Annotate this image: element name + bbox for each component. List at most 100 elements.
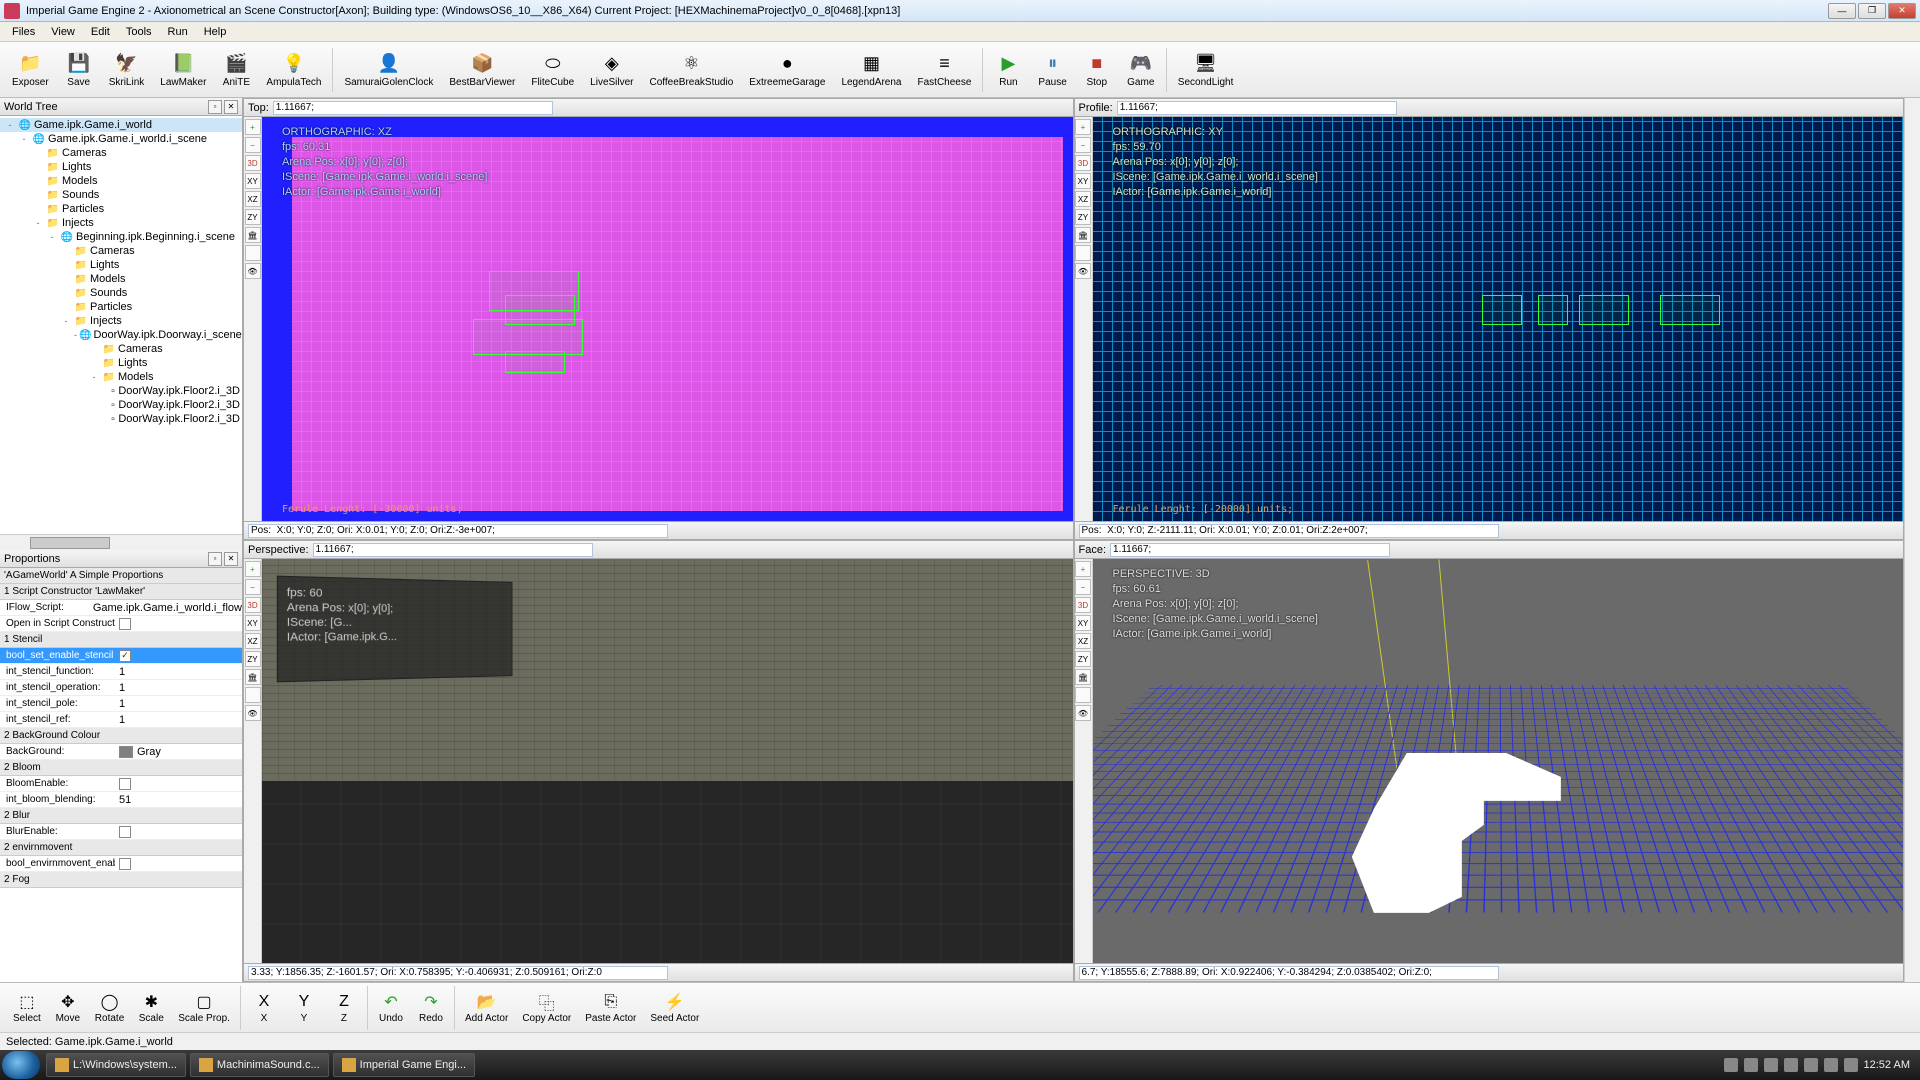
tree-node[interactable]: -🌐Game.ipk.Game.i_world xyxy=(0,118,242,132)
viewport-mode-xy[interactable]: XY xyxy=(1075,173,1091,189)
viewport-face-status-text[interactable] xyxy=(1079,966,1499,980)
add-actor-button[interactable]: 📂Add Actor xyxy=(458,986,515,1030)
tree-node[interactable]: 📁Lights xyxy=(0,356,242,370)
tree-node[interactable]: 📁Lights xyxy=(0,160,242,174)
scale-button[interactable]: ✱Scale xyxy=(131,986,171,1030)
checkbox-icon[interactable] xyxy=(119,858,131,870)
viewport-mode-xy[interactable]: XY xyxy=(245,615,261,631)
viewport-mode-3d[interactable]: 3D xyxy=(245,155,261,171)
checkbox-icon[interactable] xyxy=(119,618,131,630)
property-value[interactable]: 1 xyxy=(115,714,242,726)
property-row[interactable]: int_bloom_blending:51 xyxy=(0,792,242,808)
viewport-mode-xz[interactable]: XZ xyxy=(1075,191,1091,207)
exposer-button[interactable]: 📁Exposer xyxy=(5,44,56,96)
property-value[interactable] xyxy=(115,826,242,838)
color-swatch[interactable] xyxy=(119,746,133,758)
viewport-mode-eye[interactable] xyxy=(1075,245,1091,261)
move-button[interactable]: ✥Move xyxy=(48,986,88,1030)
tree-node[interactable]: 📁Models xyxy=(0,272,242,286)
right-scrollbar[interactable] xyxy=(1904,98,1920,982)
zoom-in-icon[interactable]: + xyxy=(1075,561,1091,577)
flitecube-button[interactable]: ⬭FliteCube xyxy=(524,44,581,96)
tray-icon[interactable] xyxy=(1804,1058,1818,1072)
tree-node[interactable]: 📁Sounds xyxy=(0,286,242,300)
tree-node[interactable]: 📁Particles xyxy=(0,202,242,216)
zoom-in-icon[interactable]: + xyxy=(1075,119,1091,135)
tree-node[interactable]: 📁Sounds xyxy=(0,188,242,202)
property-row[interactable]: int_stencil_operation:1 xyxy=(0,680,242,696)
property-row[interactable]: int_stencil_function:1 xyxy=(0,664,242,680)
select-button[interactable]: ⬚Select xyxy=(6,986,48,1030)
tree-node[interactable]: 📁Lights xyxy=(0,258,242,272)
stop-button[interactable]: ■Stop xyxy=(1076,44,1118,96)
viewport-mode-xy[interactable]: XY xyxy=(245,173,261,189)
property-value[interactable]: 51 xyxy=(115,794,242,806)
tree-node[interactable]: 📁Models xyxy=(0,174,242,188)
minimize-button[interactable]: — xyxy=(1828,3,1856,19)
world-tree[interactable]: -🌐Game.ipk.Game.i_world-🌐Game.ipk.Game.i… xyxy=(0,116,242,534)
viewport-mode-3d[interactable]: 3D xyxy=(245,597,261,613)
tree-node[interactable]: 📁Cameras xyxy=(0,146,242,160)
zoom-out-icon[interactable]: − xyxy=(1075,137,1091,153)
viewport-mode-eye[interactable] xyxy=(1075,687,1091,703)
checkbox-icon[interactable]: ✓ xyxy=(119,650,131,662)
property-row[interactable]: BloomEnable: xyxy=(0,776,242,792)
secondlight-button[interactable]: 🖥SecondLight xyxy=(1171,44,1241,96)
viewport-mode-xz[interactable]: XZ xyxy=(245,633,261,649)
run-button[interactable]: ▶Run xyxy=(987,44,1029,96)
tray-icon[interactable] xyxy=(1744,1058,1758,1072)
tree-node[interactable]: -📁Injects xyxy=(0,314,242,328)
undo-button[interactable]: ↶Undo xyxy=(371,986,411,1030)
coffeebreakstudio-button[interactable]: ⚛CoffeeBreakStudio xyxy=(643,44,741,96)
viewport-mode-🏛[interactable]: 🏛 xyxy=(1075,669,1091,685)
viewport-mode-🏛[interactable]: 🏛 xyxy=(245,227,261,243)
rotate-button[interactable]: ◯Rotate xyxy=(88,986,131,1030)
property-value[interactable]: 1 xyxy=(115,682,242,694)
taskbar-item[interactable]: MachinimaSound.c... xyxy=(190,1053,329,1077)
maximize-button[interactable]: ❐ xyxy=(1858,3,1886,19)
tray-icon[interactable] xyxy=(1724,1058,1738,1072)
z-button[interactable]: ZZ xyxy=(324,986,364,1030)
zoom-out-icon[interactable]: − xyxy=(1075,579,1091,595)
start-button[interactable] xyxy=(2,1051,40,1079)
property-value[interactable]: 1 xyxy=(115,666,242,678)
zoom-in-icon[interactable]: + xyxy=(245,561,261,577)
viewport-mode-🏛[interactable]: 🏛 xyxy=(1075,227,1091,243)
viewport-mode-zy[interactable]: ZY xyxy=(245,651,261,667)
viewport-top-canvas[interactable]: ORTHOGRAPHIC: XZ fps: 60.31 Arena Pos: x… xyxy=(262,117,1073,521)
tray-icon[interactable] xyxy=(1764,1058,1778,1072)
tree-node[interactable]: -🌐Game.ipk.Game.i_world.i_scene xyxy=(0,132,242,146)
menu-run[interactable]: Run xyxy=(160,24,196,40)
viewport-mode-zy[interactable]: ZY xyxy=(1075,209,1091,225)
property-value[interactable]: Game.ipk.Game.i_world.i_flow xyxy=(89,602,242,614)
menu-view[interactable]: View xyxy=(43,24,83,40)
panel-close-icon[interactable]: ✕ xyxy=(224,100,238,114)
zoom-in-icon[interactable]: + xyxy=(245,119,261,135)
y-button[interactable]: YY xyxy=(284,986,324,1030)
property-row[interactable]: BlurEnable: xyxy=(0,824,242,840)
viewport-profile-status-text[interactable] xyxy=(1079,524,1499,538)
property-row[interactable]: int_stencil_ref:1 xyxy=(0,712,242,728)
system-tray[interactable]: 12:52 AM xyxy=(1716,1058,1918,1072)
paste-actor-button[interactable]: ⎘Paste Actor xyxy=(578,986,643,1030)
ampulatech-button[interactable]: 💡AmpulaTech xyxy=(259,44,328,96)
property-row[interactable]: Open in Script Construct xyxy=(0,616,242,632)
viewport-mode-eye[interactable] xyxy=(245,687,261,703)
close-button[interactable]: ✕ xyxy=(1888,3,1916,19)
viewport-perspective-value[interactable] xyxy=(313,543,593,557)
scale-prop--button[interactable]: ▢Scale Prop. xyxy=(171,986,237,1030)
viewport-mode-zy[interactable]: ZY xyxy=(1075,651,1091,667)
property-value[interactable] xyxy=(115,858,242,870)
menu-files[interactable]: Files xyxy=(4,24,43,40)
tree-node[interactable]: ▫DoorWay.ipk.Floor2.i_3D xyxy=(0,398,242,412)
seed-actor-button[interactable]: ⚡Seed Actor xyxy=(643,986,706,1030)
property-row[interactable]: int_stencil_pole:1 xyxy=(0,696,242,712)
zoom-out-icon[interactable]: − xyxy=(245,137,261,153)
viewport-face-value[interactable] xyxy=(1110,543,1390,557)
viewport-mode-xz[interactable]: XZ xyxy=(1075,633,1091,649)
lawmaker-button[interactable]: 📗LawMaker xyxy=(153,44,213,96)
tree-node[interactable]: 📁Particles xyxy=(0,300,242,314)
tray-icon[interactable] xyxy=(1824,1058,1838,1072)
viewport-top-value[interactable] xyxy=(273,101,553,115)
taskbar-item[interactable]: L:\Windows\system... xyxy=(46,1053,186,1077)
